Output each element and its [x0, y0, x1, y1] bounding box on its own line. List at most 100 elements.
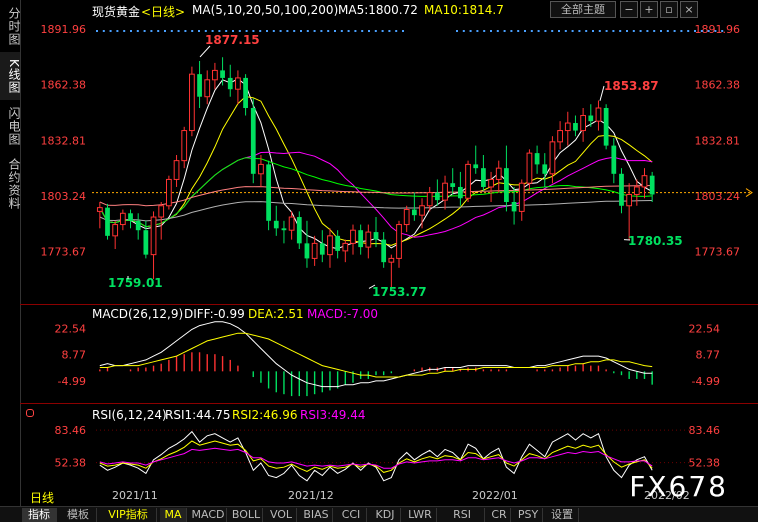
top-marker-dot: [245, 30, 248, 32]
top-marker-dot: [96, 30, 98, 32]
indicator-tab-bar: 指标 模板 VIP指标 MA MACD BOLL VOL BIAS CCI KD…: [0, 506, 758, 522]
main-y-tick-right: 1773.67: [695, 246, 741, 259]
candle-body: [426, 192, 433, 207]
candle-body: [549, 141, 556, 175]
top-marker-dot: [537, 30, 540, 32]
top-marker-dot: [476, 30, 479, 32]
candle-body: [450, 183, 456, 187]
price-annotation: 1753.77: [372, 285, 427, 299]
tab-settings[interactable]: 设置: [546, 508, 579, 522]
date-label-2021-12: 2021/12: [288, 489, 334, 502]
rsi-y-tick-right: 83.46: [689, 424, 721, 437]
candle-body: [534, 153, 540, 165]
tab-indicators[interactable]: 指标: [22, 508, 57, 522]
candle-body: [350, 229, 356, 244]
candle-body: [580, 115, 587, 132]
top-marker-dot: [286, 30, 289, 32]
main-y-tick-right: 1803.24: [695, 190, 741, 203]
candle-body: [573, 123, 578, 131]
watermark-logo: FX678: [629, 470, 728, 503]
tab-boll[interactable]: BOLL: [230, 508, 263, 522]
candle-body: [526, 152, 533, 184]
candle-body: [165, 178, 172, 207]
candle-body: [465, 163, 471, 199]
top-marker-dot: [503, 30, 506, 32]
tab-cr[interactable]: CR: [488, 508, 511, 522]
tab-psy[interactable]: PSY: [514, 508, 543, 522]
candle-body: [181, 130, 188, 162]
candle-body: [258, 163, 264, 175]
candle-body: [273, 220, 279, 229]
candle-body: [119, 212, 126, 226]
candle-body: [204, 79, 211, 98]
tab-lwr[interactable]: LWR: [404, 508, 437, 522]
candle-body: [189, 73, 195, 132]
tab-rsi[interactable]: RSI: [440, 508, 485, 522]
top-marker-dot: [510, 30, 513, 32]
candle-body: [641, 175, 648, 188]
candle-body: [481, 168, 486, 187]
candle-body: [250, 108, 256, 174]
price-annotation: 1877.15: [205, 33, 260, 47]
top-marker-dot: [496, 30, 499, 32]
rsi3-line: [99, 447, 653, 469]
top-marker-dot: [592, 30, 594, 32]
candle-body: [266, 164, 271, 221]
top-marker-dot: [680, 30, 683, 32]
candle-body: [304, 243, 310, 259]
tab-ma[interactable]: MA: [160, 508, 187, 522]
tab-vol[interactable]: VOL: [266, 508, 297, 522]
rsi-y-tick-left: 83.46: [55, 424, 87, 437]
annotation-leader: [599, 85, 605, 101]
top-marker-dot: [626, 30, 628, 32]
rsi-y-tick-right: 52.38: [689, 457, 721, 470]
candle-body: [212, 69, 218, 81]
top-marker-dot: [619, 30, 622, 32]
macd-y-tick-left: 22.54: [55, 322, 87, 335]
top-marker-dot: [517, 30, 520, 32]
top-marker-dot: [368, 30, 370, 32]
top-marker-dot: [259, 30, 262, 32]
top-marker-dot: [456, 30, 458, 32]
candle-body: [227, 77, 233, 90]
tab-template[interactable]: 模板: [60, 508, 97, 522]
candle-body: [143, 230, 149, 255]
top-marker-dot: [184, 30, 187, 32]
tab-vip-indicators[interactable]: VIP指标: [100, 508, 157, 522]
top-marker-dot: [198, 30, 200, 32]
candle-body: [197, 74, 202, 97]
candle-body: [396, 224, 402, 259]
top-marker-dot: [524, 30, 526, 32]
rsi1-line: [99, 430, 653, 482]
bottom-period-label[interactable]: 日线: [30, 489, 54, 506]
top-marker-dot: [211, 30, 214, 32]
main-y-tick-right: 1862.38: [695, 79, 741, 92]
tab-kdj[interactable]: KDJ: [370, 508, 401, 522]
top-marker-dot: [177, 30, 180, 32]
candle-body: [288, 216, 295, 231]
top-marker-dot: [721, 30, 724, 32]
top-marker-dot: [612, 30, 615, 32]
price-annotation: 1780.35: [628, 234, 683, 248]
candle-body: [281, 228, 287, 231]
main-y-tick-right: 1891.96: [695, 23, 741, 36]
candle-body: [633, 186, 640, 195]
tab-cci[interactable]: CCI: [336, 508, 367, 522]
tab-bias[interactable]: BIAS: [300, 508, 333, 522]
top-marker-dot: [544, 30, 547, 32]
candle-body: [473, 164, 479, 169]
top-marker-dot: [605, 30, 608, 32]
rsi-y-tick-left: 52.38: [55, 457, 87, 470]
candle-body: [542, 164, 548, 174]
top-marker-dot: [660, 30, 662, 32]
candle-body: [319, 243, 325, 255]
top-marker-dot: [381, 30, 384, 32]
candle-body: [603, 108, 609, 146]
top-marker-dot: [564, 30, 567, 32]
top-marker-dot: [714, 30, 717, 32]
top-marker-dot: [102, 30, 105, 32]
main-y-tick-right: 1832.81: [695, 134, 741, 147]
top-marker-dot: [164, 30, 166, 32]
top-marker-dot: [109, 30, 112, 32]
tab-macd[interactable]: MACD: [190, 508, 227, 522]
